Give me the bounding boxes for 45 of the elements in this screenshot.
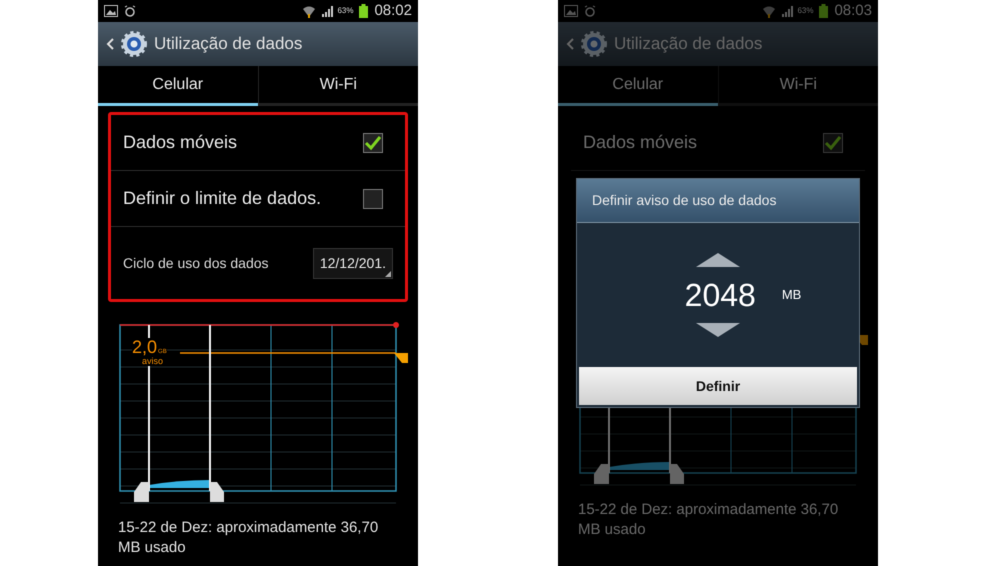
picture-icon bbox=[564, 5, 578, 17]
battery-percent: 63% bbox=[337, 5, 354, 17]
usage-area bbox=[149, 480, 210, 488]
warning-handle[interactable] bbox=[394, 353, 408, 363]
check-icon bbox=[824, 134, 842, 150]
screen-title: Utilização de dados bbox=[614, 33, 762, 56]
checkbox[interactable] bbox=[363, 188, 383, 208]
tab[interactable]: Celular bbox=[98, 66, 258, 106]
range-end-handle[interactable] bbox=[209, 325, 224, 502]
setting-label: Dados móveis bbox=[123, 131, 238, 154]
corner-caret-icon bbox=[385, 270, 391, 276]
tab[interactable]: Celular bbox=[558, 66, 718, 106]
decrement-arrow-icon[interactable] bbox=[696, 323, 740, 337]
warning-label: aviso bbox=[142, 357, 164, 366]
date-dropdown[interactable]: 12/12/201. bbox=[312, 248, 393, 278]
setting-label: Dados móveis bbox=[583, 131, 698, 154]
tab[interactable]: Wi-Fi bbox=[258, 66, 418, 106]
clock-time: 08:03 bbox=[834, 0, 872, 21]
alarm-icon bbox=[584, 5, 596, 17]
usage-area bbox=[609, 462, 670, 470]
back-icon[interactable] bbox=[106, 38, 114, 50]
usage-summary: 15-22 de Dez: aproximadamente 36,70 MB usado bbox=[117, 518, 380, 558]
clock-time: 08:02 bbox=[374, 0, 412, 21]
dialog-title: Definir aviso de uso de dados bbox=[592, 191, 776, 210]
check-icon bbox=[364, 134, 382, 150]
define-button[interactable]: Definir bbox=[579, 367, 857, 405]
battery-percent: 63% bbox=[797, 5, 814, 17]
alarm-icon bbox=[124, 5, 136, 17]
battery-icon bbox=[359, 4, 368, 18]
screen-title: Utilização de dados bbox=[154, 33, 302, 56]
setting-label: Definir o limite de dados. bbox=[123, 187, 322, 210]
number-unit: MB bbox=[782, 286, 802, 304]
battery-icon bbox=[819, 4, 828, 18]
warning-value: 2,0 bbox=[132, 338, 158, 356]
wifi-icon bbox=[762, 4, 776, 18]
number-value[interactable]: 2048 bbox=[684, 275, 756, 315]
wifi-icon bbox=[302, 4, 316, 18]
usage-summary: 15-22 de Dez: aproximadamente 36,70 MB usado bbox=[577, 500, 840, 540]
gear-icon bbox=[120, 30, 148, 58]
checkbox[interactable] bbox=[363, 132, 383, 152]
increment-arrow-icon[interactable] bbox=[696, 253, 740, 267]
picture-icon bbox=[104, 5, 118, 17]
gear-icon bbox=[580, 30, 608, 58]
setting-label: Ciclo de uso dos dados bbox=[123, 254, 270, 272]
tab[interactable]: Wi-Fi bbox=[718, 66, 878, 106]
